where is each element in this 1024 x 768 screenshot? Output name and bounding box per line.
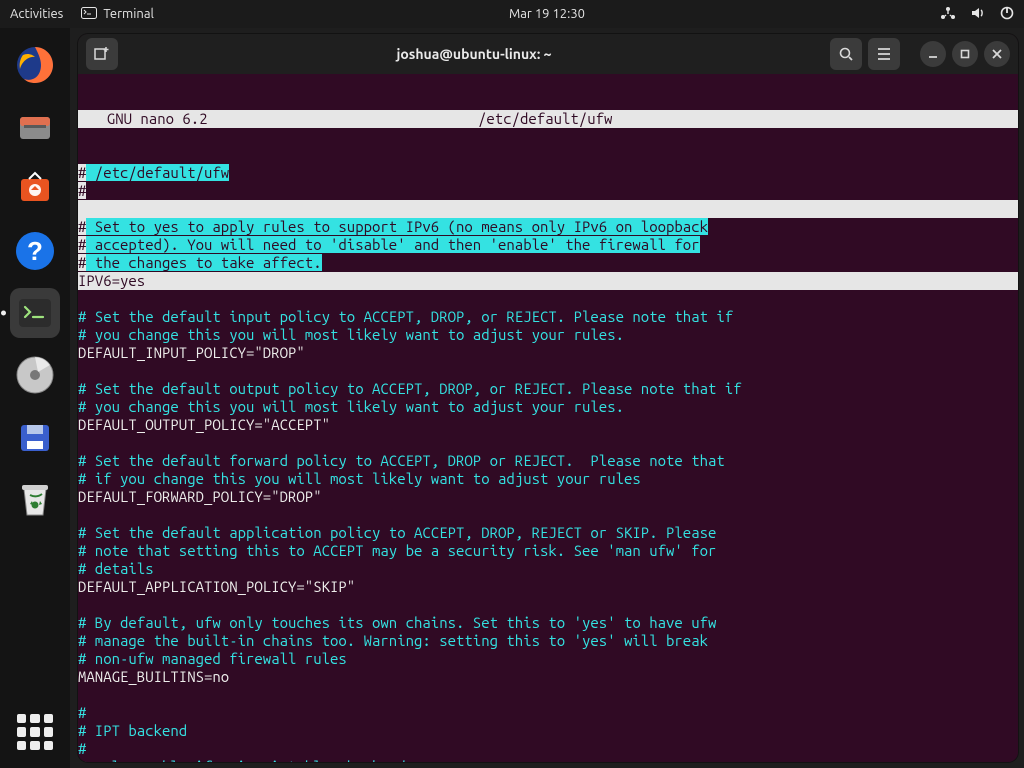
minimize-button[interactable] <box>920 41 946 67</box>
nano-line: # if you change this you will most likel… <box>78 470 1018 488</box>
volume-icon[interactable] <box>970 6 986 23</box>
terminal-icon <box>81 7 97 22</box>
active-app-label: Terminal <box>103 7 154 21</box>
nano-line: DEFAULT_INPUT_POLICY="DROP" <box>78 344 1018 362</box>
nano-line: # IPT backend <box>78 722 1018 740</box>
terminal-window: joshua@ubuntu-linux: ~ GNU nano 6.2 /etc… <box>78 34 1018 762</box>
nano-line: # manage the built-in chains too. Warnin… <box>78 632 1018 650</box>
close-button[interactable] <box>984 41 1010 67</box>
terminal-viewport[interactable]: GNU nano 6.2 /etc/default/ufw # /etc/def… <box>78 74 1018 762</box>
nano-line <box>78 596 1018 614</box>
nano-line: # the changes to take affect. <box>78 254 1018 272</box>
dock-files[interactable] <box>10 102 60 152</box>
dock-trash[interactable] <box>10 474 60 524</box>
nano-buffer[interactable]: # /etc/default/ufw# # Set to yes to appl… <box>78 164 1018 762</box>
dock-disk-utility[interactable] <box>10 412 60 462</box>
nano-line: # accepted). You will need to 'disable' … <box>78 236 1018 254</box>
nano-line <box>78 686 1018 704</box>
nano-line <box>78 506 1018 524</box>
nano-filename: /etc/default/ufw <box>478 110 758 128</box>
active-app-indicator[interactable]: Terminal <box>81 7 154 22</box>
nano-line: # Set to yes to apply rules to support I… <box>78 218 1018 236</box>
nano-line: # <box>78 740 1018 758</box>
nano-line: DEFAULT_OUTPUT_POLICY="ACCEPT" <box>78 416 1018 434</box>
nano-line: # Set the default application policy to … <box>78 524 1018 542</box>
power-icon[interactable] <box>1000 6 1014 23</box>
new-tab-button[interactable] <box>86 38 118 70</box>
hamburger-menu-button[interactable] <box>868 38 900 70</box>
nano-line: DEFAULT_FORWARD_POLICY="DROP" <box>78 488 1018 506</box>
maximize-button[interactable] <box>952 41 978 67</box>
nano-line: # only enable if using iptables backend <box>78 758 1018 762</box>
nano-line: # Set the default forward policy to ACCE… <box>78 452 1018 470</box>
nano-line: # non-ufw managed firewall rules <box>78 650 1018 668</box>
nano-line: # Set the default output policy to ACCEP… <box>78 380 1018 398</box>
nano-line: # details <box>78 560 1018 578</box>
nano-line: IPV6=yes <box>78 272 1018 290</box>
nano-titlebar: GNU nano 6.2 /etc/default/ufw <box>78 110 1018 128</box>
nano-line <box>78 362 1018 380</box>
top-panel: Activities Terminal Mar 19 12:30 <box>0 0 1024 28</box>
nano-line: # note that setting this to ACCEPT may b… <box>78 542 1018 560</box>
dock-help[interactable]: ? <box>10 226 60 276</box>
clock[interactable]: Mar 19 12:30 <box>509 7 585 21</box>
nano-line <box>78 290 1018 308</box>
search-button[interactable] <box>830 38 862 70</box>
dock-firefox[interactable] <box>10 40 60 90</box>
network-icon[interactable] <box>940 6 956 23</box>
nano-line <box>78 200 1018 218</box>
nano-line: MANAGE_BUILTINS=no <box>78 668 1018 686</box>
show-applications-button[interactable] <box>17 714 53 750</box>
nano-line: # you change this you will most likely w… <box>78 326 1018 344</box>
nano-line: DEFAULT_APPLICATION_POLICY="SKIP" <box>78 578 1018 596</box>
nano-line: # you change this you will most likely w… <box>78 398 1018 416</box>
nano-line: # By default, ufw only touches its own c… <box>78 614 1018 632</box>
nano-line: # <box>78 704 1018 722</box>
dock-software[interactable] <box>10 164 60 214</box>
titlebar: joshua@ubuntu-linux: ~ <box>78 34 1018 74</box>
nano-line <box>78 434 1018 452</box>
dock: ? <box>0 28 70 768</box>
nano-line: # /etc/default/ufw <box>78 164 1018 182</box>
nano-version: GNU nano 6.2 <box>78 110 478 128</box>
svg-text:?: ? <box>27 236 43 266</box>
activities-button[interactable]: Activities <box>10 7 63 21</box>
dock-disks[interactable] <box>10 350 60 400</box>
nano-line: # <box>78 182 1018 200</box>
window-title: joshua@ubuntu-linux: ~ <box>396 46 551 62</box>
dock-terminal[interactable] <box>10 288 60 338</box>
nano-line: # Set the default input policy to ACCEPT… <box>78 308 1018 326</box>
